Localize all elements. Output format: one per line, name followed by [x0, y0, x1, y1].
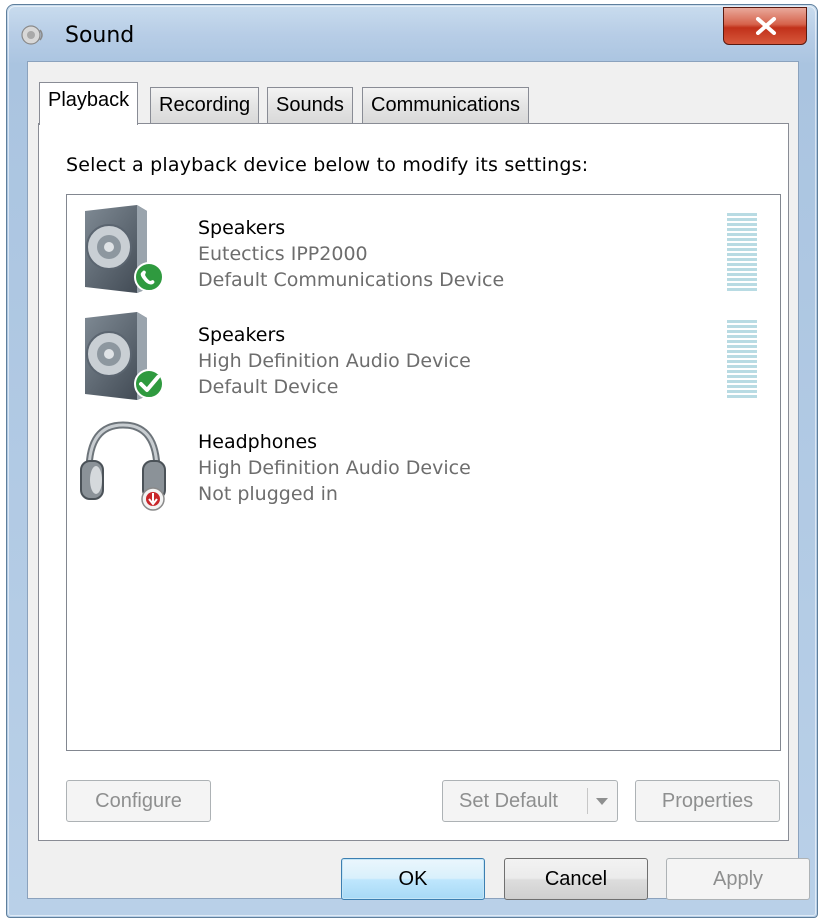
device-status: Not plugged in	[198, 483, 338, 505]
configure-button[interactable]: Configure	[66, 780, 211, 822]
instruction-text: Select a playback device below to modify…	[66, 154, 589, 176]
dialog-client-area: Playback Recording Sounds Communications…	[27, 61, 810, 900]
device-description: High Definition Audio Device	[198, 457, 471, 479]
phone-badge-icon	[134, 262, 164, 292]
tab-label: Sounds	[276, 94, 344, 116]
button-label: Apply	[712, 868, 764, 890]
device-speakers-eutectics[interactable]: Speakers Eutectics IPP2000 Default Commu…	[67, 195, 780, 302]
tab-recording[interactable]: Recording	[150, 87, 260, 123]
playback-tab-panel: Select a playback device below to modify…	[38, 123, 789, 841]
window-title: Sound	[65, 23, 135, 48]
title-bar[interactable]: Sound	[7, 5, 817, 61]
button-label: Properties	[661, 790, 754, 812]
tab-label: Recording	[159, 94, 251, 116]
cancel-button[interactable]: Cancel	[504, 858, 648, 900]
headphones-icon	[80, 421, 166, 511]
properties-button[interactable]: Properties	[635, 780, 780, 822]
device-name: Speakers	[198, 324, 286, 346]
device-speakers-hd-audio[interactable]: Speakers High Definition Audio Device De…	[67, 302, 780, 409]
tab-label: Playback	[48, 89, 130, 111]
tab-playback[interactable]: Playback	[39, 82, 139, 125]
sound-app-icon	[21, 25, 43, 45]
tab-communications[interactable]: Communications	[362, 87, 529, 123]
close-button[interactable]	[723, 7, 807, 45]
unplugged-badge-icon	[141, 487, 165, 511]
device-status: Default Communications Device	[198, 269, 505, 291]
button-label: Set Default	[459, 790, 558, 812]
tab-label: Communications	[371, 94, 520, 116]
close-icon	[756, 17, 776, 35]
device-name: Speakers	[198, 217, 286, 239]
tab-sounds[interactable]: Sounds	[267, 87, 353, 123]
speaker-icon	[85, 205, 164, 293]
playback-device-list[interactable]: Speakers Eutectics IPP2000 Default Commu…	[66, 194, 781, 751]
ok-button[interactable]: OK	[341, 858, 485, 900]
button-label: Configure	[95, 790, 182, 812]
device-description: Eutectics IPP2000	[198, 243, 368, 265]
device-status: Default Device	[198, 376, 339, 398]
device-headphones[interactable]: Headphones High Definition Audio Device …	[67, 409, 780, 516]
button-label: OK	[398, 868, 428, 890]
split-divider	[587, 788, 588, 814]
device-name: Headphones	[198, 431, 318, 453]
chevron-down-icon[interactable]	[594, 797, 610, 807]
checkmark-badge-icon	[134, 369, 164, 399]
apply-button[interactable]: Apply	[666, 858, 810, 900]
sound-dialog-window: Sound Playback Recording Sounds Communic…	[6, 4, 818, 918]
button-label: Cancel	[544, 868, 608, 890]
speaker-icon	[85, 312, 164, 400]
set-default-split-button[interactable]: Set Default	[442, 780, 618, 822]
device-description: High Definition Audio Device	[198, 350, 471, 372]
volume-level-meter	[727, 213, 757, 293]
volume-level-meter	[727, 320, 757, 400]
